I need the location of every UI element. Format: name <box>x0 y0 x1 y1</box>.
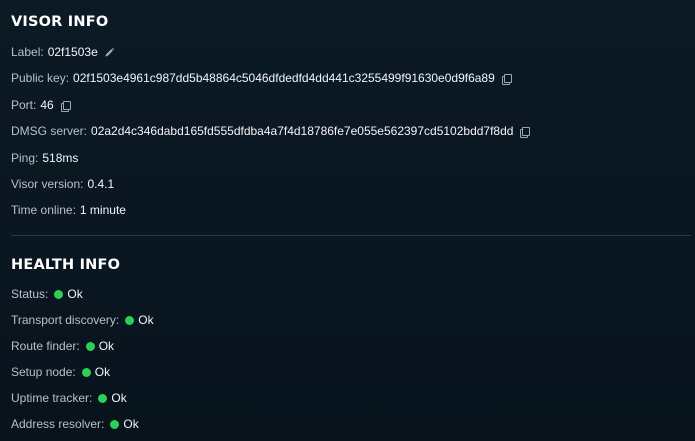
uptime-tracker-value: Ok <box>111 391 127 405</box>
setup-node-row: Setup node: Ok <box>11 363 110 381</box>
transport-discovery-value: Ok <box>138 313 154 327</box>
visor-version-value: 0.4.1 <box>87 177 115 191</box>
setup-node-value: Ok <box>94 365 111 379</box>
status-dot-icon <box>125 315 135 325</box>
section-divider <box>11 235 691 236</box>
label-row: Label: 02f1503e <box>11 43 115 61</box>
health-status-row: Status: Ok <box>11 285 83 303</box>
route-finder-value: Ok <box>98 339 115 353</box>
visor-version-label: Visor version: <box>11 177 84 191</box>
health-info-title: HEALTH INFO <box>11 257 121 273</box>
label-value: 02f1503e <box>47 45 98 59</box>
ping-value: 518ms <box>42 151 79 165</box>
time-online-row: Time online: 1 minute <box>11 201 126 219</box>
status-dot-icon <box>110 419 120 429</box>
ping-row: Ping: 518ms <box>11 149 78 167</box>
health-status-label: Status: <box>11 287 49 301</box>
address-resolver-row: Address resolver: Ok <box>11 415 139 433</box>
copy-icon[interactable] <box>501 73 512 85</box>
uptime-tracker-label: Uptime tracker: <box>11 391 93 405</box>
port-row: Port: 46 <box>11 96 71 114</box>
visor-info-title: VISOR INFO <box>11 14 109 30</box>
health-status-value: Ok <box>67 287 83 301</box>
transport-discovery-row: Transport discovery: Ok <box>11 311 154 329</box>
dmsg-server-value: 02a2d4c346dabd165fd555dfdba4a7f4d18786fe… <box>91 124 514 138</box>
dmsg-server-row: DMSG server: 02a2d4c346dabd165fd555dfdba… <box>11 122 531 140</box>
visor-version-row: Visor version: 0.4.1 <box>11 175 114 193</box>
ping-label: Ping: <box>11 151 39 165</box>
port-value: 46 <box>40 98 54 112</box>
address-resolver-label: Address resolver: <box>11 417 105 431</box>
route-finder-row: Route finder: Ok <box>11 337 114 355</box>
uptime-tracker-row: Uptime tracker: Ok <box>11 389 127 407</box>
status-dot-icon <box>54 289 64 299</box>
time-online-value: 1 minute <box>79 203 126 217</box>
time-online-label: Time online: <box>11 203 76 217</box>
pencil-icon[interactable] <box>104 47 115 58</box>
route-finder-label: Route finder: <box>11 339 80 353</box>
public-key-value: 02f1503e4961c987dd5b48864c5046dfdedfd4dd… <box>73 71 495 85</box>
public-key-label: Public key: <box>11 71 70 85</box>
status-dot-icon <box>98 393 108 403</box>
public-key-row: Public key: 02f1503e4961c987dd5b48864c50… <box>11 69 512 87</box>
status-dot-icon <box>81 367 91 377</box>
address-resolver-value: Ok <box>123 417 139 431</box>
dmsg-server-label: DMSG server: <box>11 124 88 138</box>
copy-icon[interactable] <box>519 126 531 138</box>
label-label: Label: <box>11 45 44 59</box>
setup-node-label: Setup node: <box>11 365 76 379</box>
port-label: Port: <box>11 98 37 112</box>
transport-discovery-label: Transport discovery: <box>11 313 120 327</box>
copy-icon[interactable] <box>60 100 71 112</box>
status-dot-icon <box>85 341 95 351</box>
